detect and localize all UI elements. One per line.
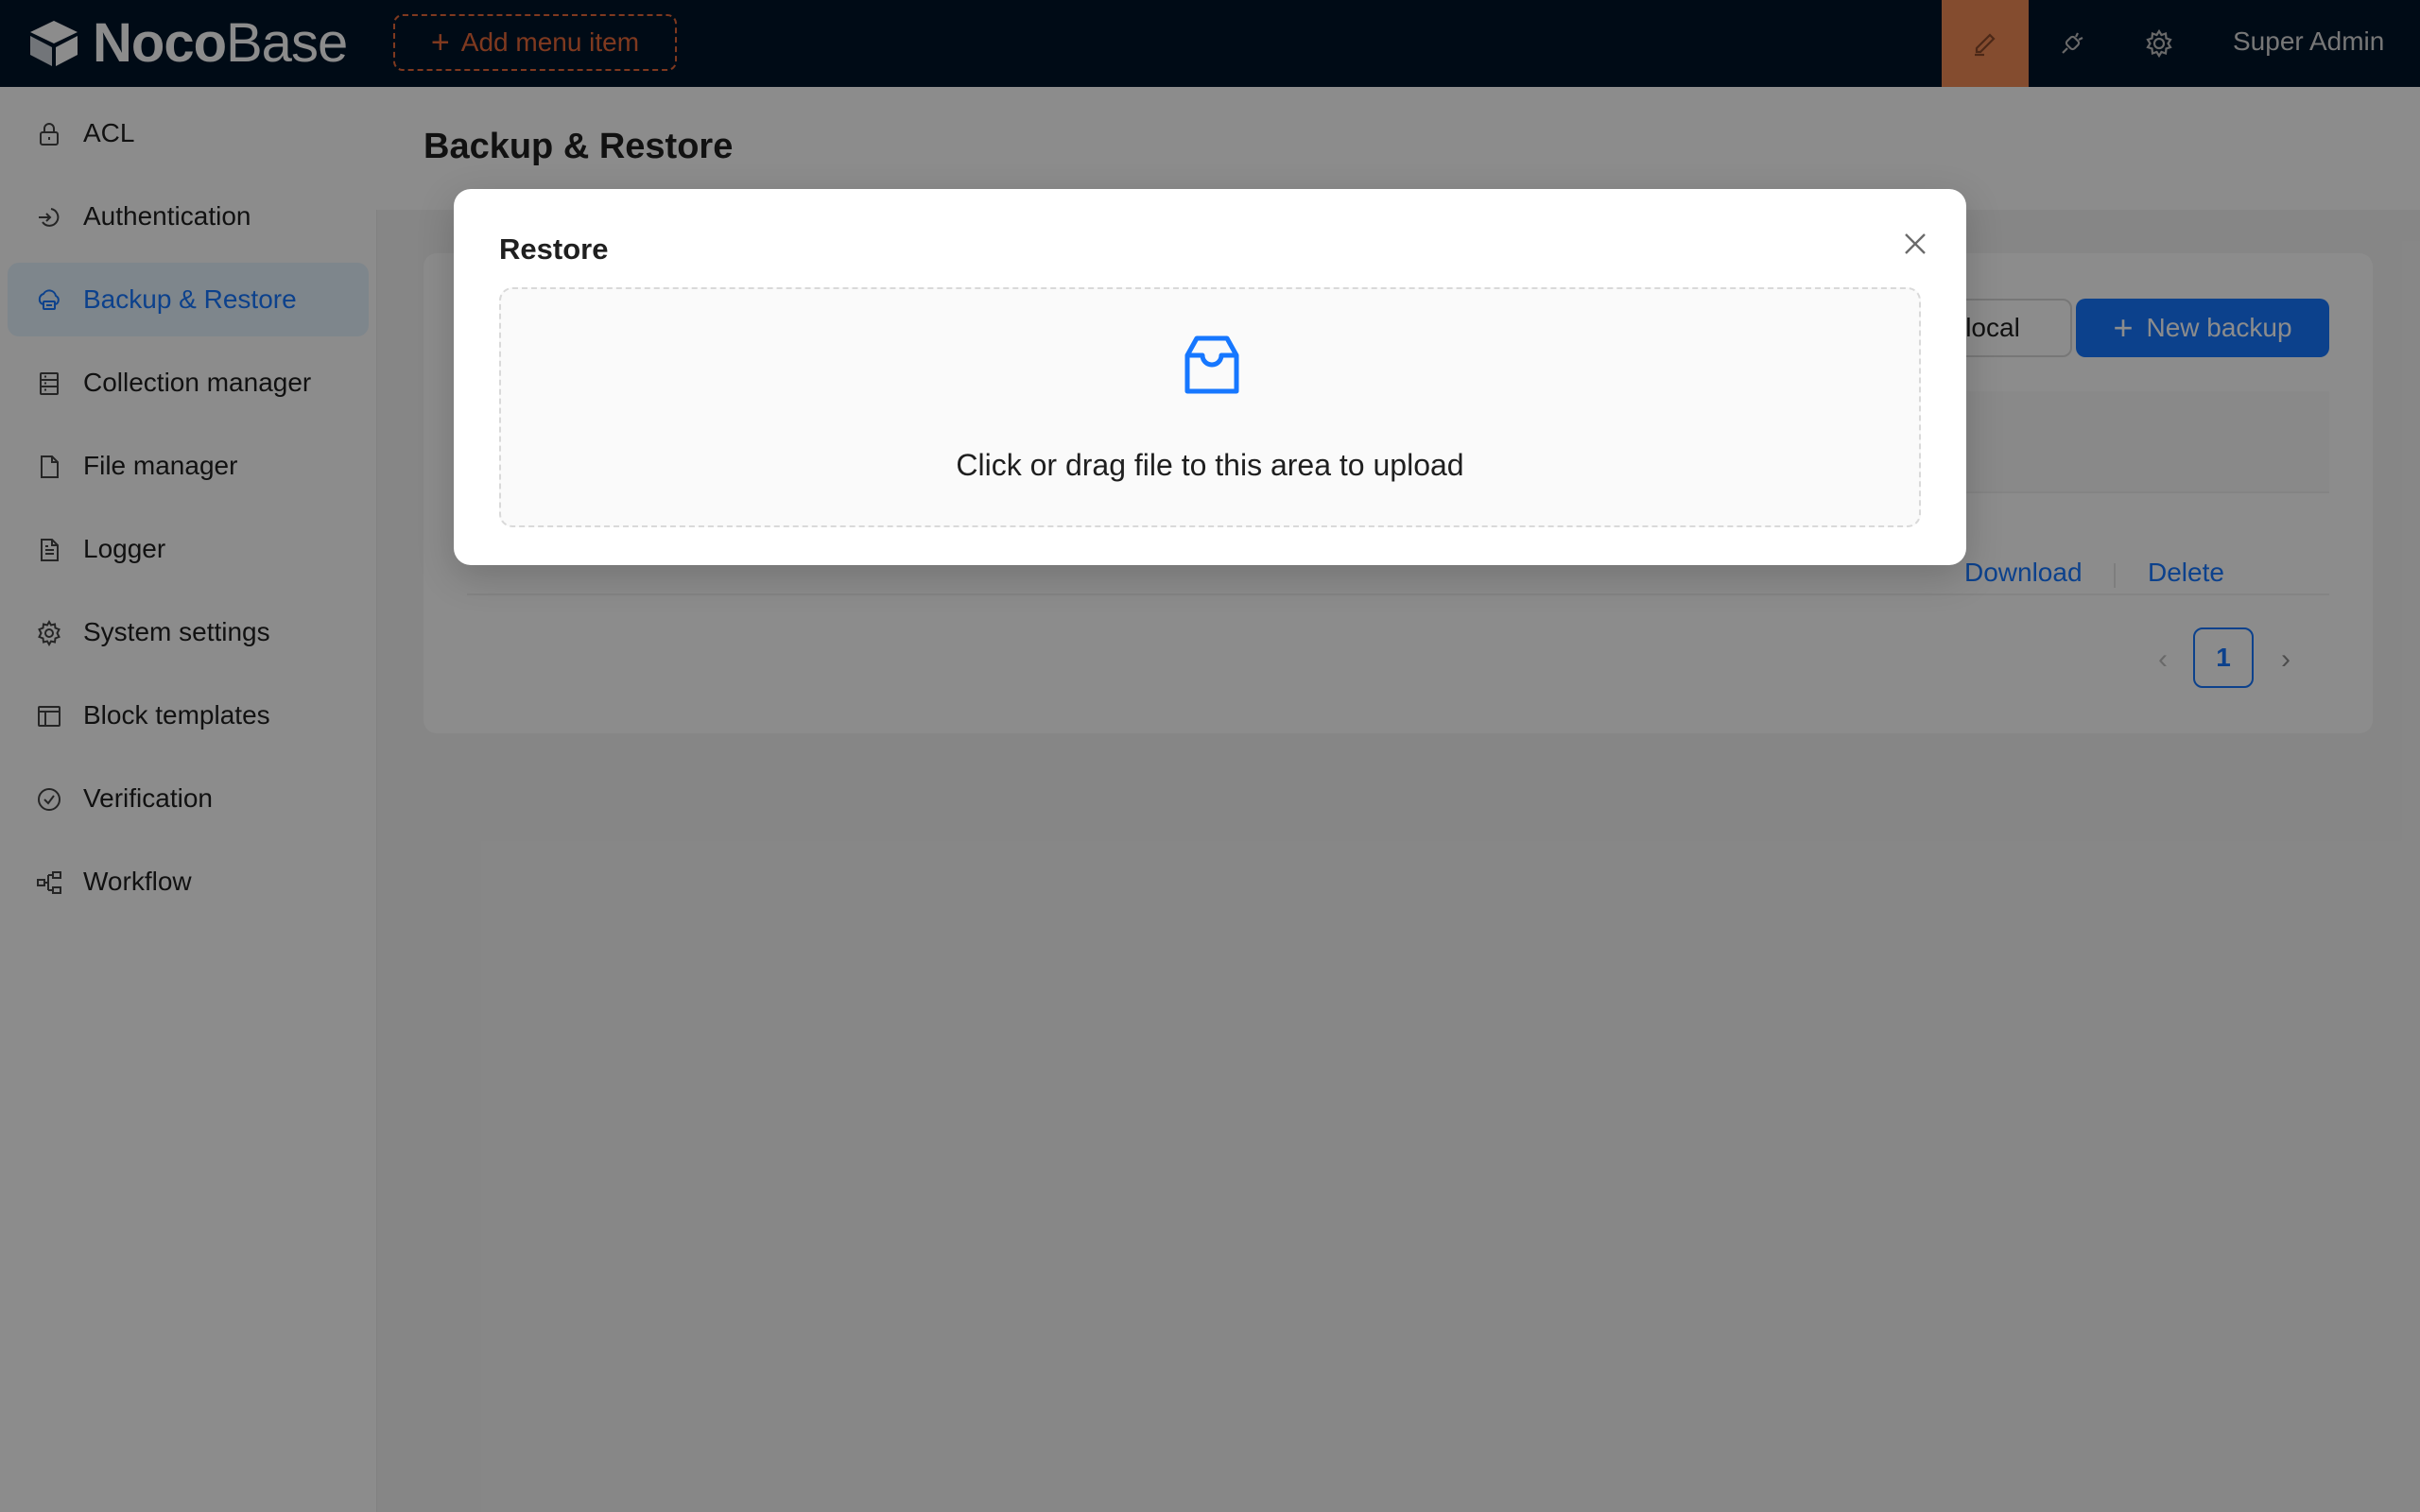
dropzone-text: Click or drag file to this area to uploa… bbox=[956, 448, 1464, 482]
inbox-icon bbox=[1184, 335, 1239, 394]
close-button[interactable] bbox=[1894, 223, 1936, 265]
upload-dropzone[interactable]: Click or drag file to this area to uploa… bbox=[499, 287, 1921, 527]
close-icon bbox=[1905, 233, 1926, 254]
modal-title: Restore bbox=[499, 232, 609, 266]
restore-modal: Restore Click or drag file to this area … bbox=[454, 189, 1966, 565]
